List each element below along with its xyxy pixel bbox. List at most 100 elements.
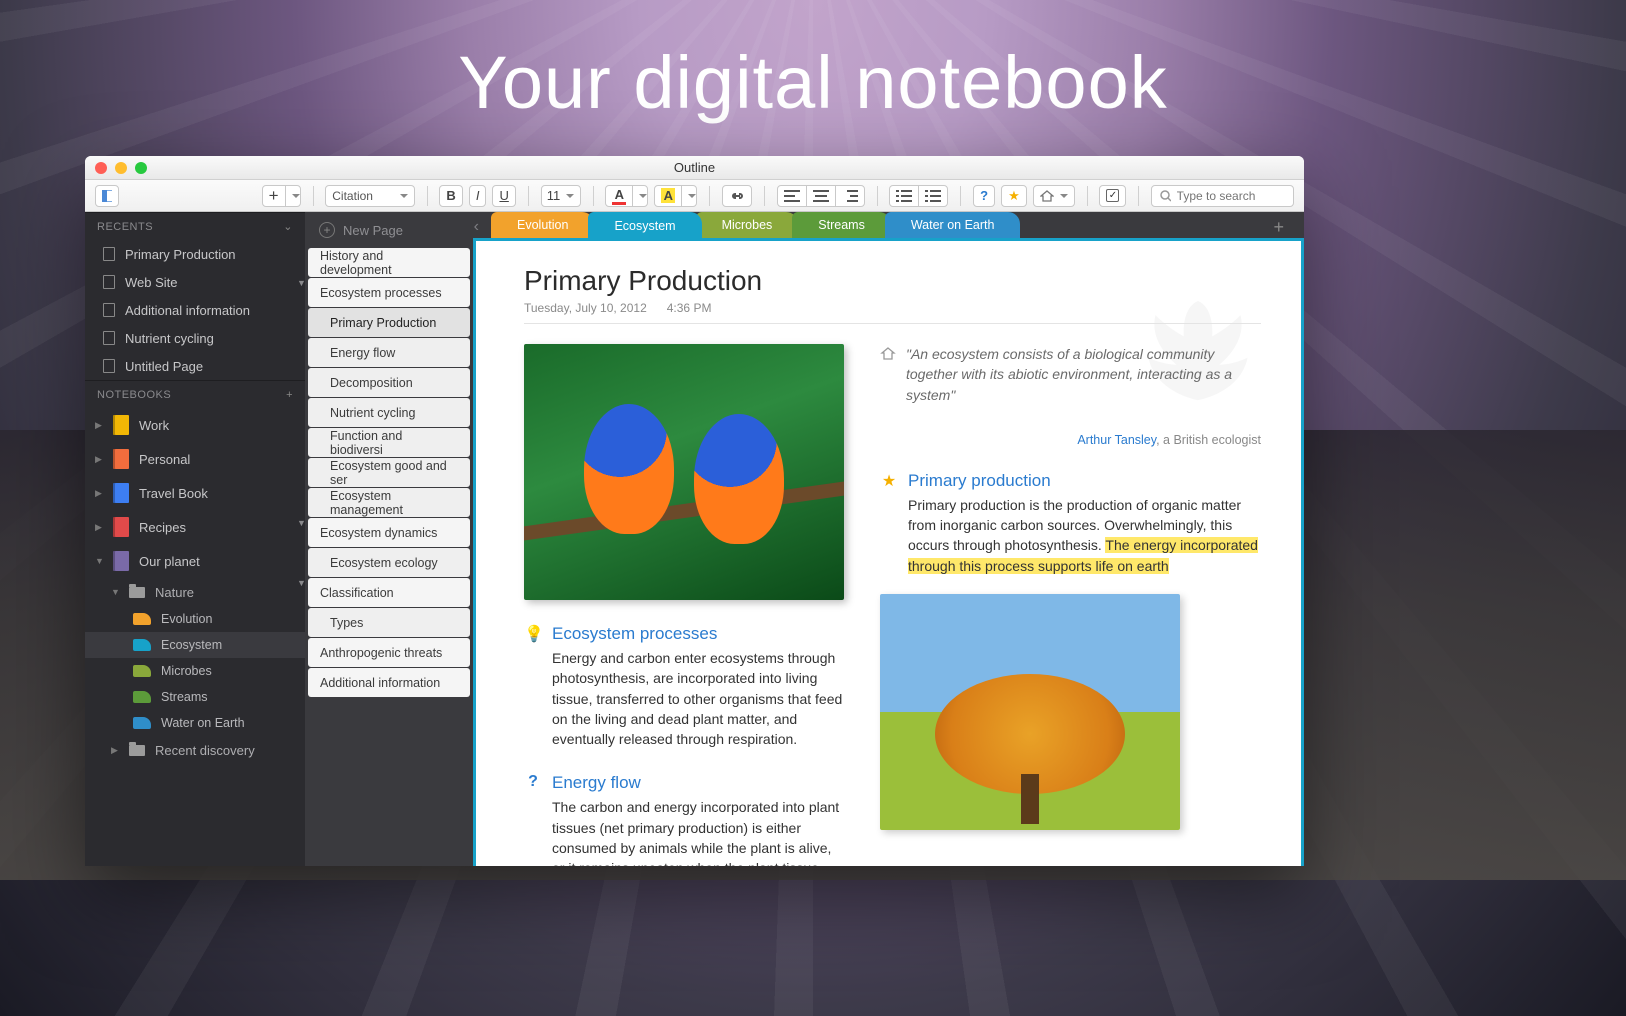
section-tab[interactable]: Microbes — [696, 212, 799, 238]
outline-item[interactable]: Ecosystem dynamics — [308, 518, 470, 547]
section-tab[interactable]: Evolution — [491, 212, 594, 238]
collapse-outline-button[interactable]: ‹ — [474, 218, 479, 236]
section-heading-energy-flow: Energy flow — [552, 773, 844, 793]
disclosure-triangle-icon: ▶ — [95, 522, 103, 533]
help-tag-button[interactable]: ? — [973, 185, 995, 207]
recent-item[interactable]: Additional information — [85, 296, 305, 324]
section-label: Microbes — [161, 664, 212, 678]
section-color-icon — [133, 665, 151, 677]
recent-item[interactable]: Untitled Page — [85, 352, 305, 380]
add-menu-button[interactable] — [285, 185, 301, 207]
notebook-icon — [113, 551, 129, 571]
link-button[interactable] — [722, 185, 752, 207]
font-family-select[interactable]: Citation — [325, 185, 414, 207]
section-tabs: EvolutionEcosystemMicrobesStreamsWater o… — [473, 212, 1304, 238]
section-tab[interactable]: Water on Earth — [885, 212, 1021, 238]
section-group[interactable]: ▶Recent discovery — [85, 736, 305, 764]
align-right-button[interactable] — [835, 185, 865, 207]
section-group[interactable]: ▼Nature — [85, 578, 305, 606]
disclosure-triangle-icon[interactable]: ▼ — [297, 578, 306, 588]
section-tab[interactable]: Streams — [792, 212, 891, 238]
outline-item[interactable]: Ecosystem processes — [308, 278, 470, 307]
align-center-button[interactable] — [806, 185, 836, 207]
section-item[interactable]: Water on Earth — [85, 710, 305, 736]
recent-item-label: Web Site — [125, 275, 178, 290]
search-box[interactable] — [1151, 185, 1294, 207]
page-title: Primary Production — [524, 265, 1261, 297]
image-tree — [880, 594, 1180, 830]
notebook-item[interactable]: ▶Travel Book — [85, 476, 305, 510]
disclosure-triangle-icon[interactable]: ▼ — [297, 278, 306, 288]
notebook-item[interactable]: ▶ Recipes — [85, 510, 305, 544]
recent-item-label: Additional information — [125, 303, 250, 318]
outline-item[interactable]: Decomposition — [308, 368, 470, 397]
outline-item[interactable]: Ecosystem ecology — [308, 548, 470, 577]
recent-item[interactable]: Web Site — [85, 268, 305, 296]
bullet-list-button[interactable] — [889, 185, 919, 207]
sidebar: RECENTS ⌄ Primary Production Web Site Addi… — [85, 212, 305, 866]
section-tab[interactable]: Ecosystem — [588, 212, 701, 240]
notebook-icon — [113, 517, 129, 537]
notebook-item[interactable]: ▼Our planet — [85, 544, 305, 578]
notebook-icon — [113, 483, 129, 503]
add-button[interactable]: + — [262, 185, 286, 207]
disclosure-triangle-icon: ▶ — [95, 420, 103, 431]
notebook-label: Recipes — [139, 520, 186, 535]
outline-item[interactable]: Nutrient cycling — [308, 398, 470, 427]
underline-button[interactable]: U — [492, 185, 515, 207]
page-canvas[interactable]: Primary Production Tuesday, July 10, 201… — [473, 238, 1304, 866]
titlebar: Outline — [85, 156, 1304, 180]
outline-item[interactable]: Anthropogenic threats — [308, 638, 470, 667]
outline-item[interactable]: History and development — [308, 248, 470, 277]
recents-header[interactable]: RECENTS ⌄ — [85, 212, 305, 240]
app-window: Outline + Citation B I U 11 A A — [85, 156, 1304, 866]
section-heading-primary-production: Primary production — [908, 471, 1261, 491]
section-item[interactable]: Ecosystem — [85, 632, 305, 658]
recent-item-label: Primary Production — [125, 247, 236, 262]
section-label: Ecosystem — [161, 638, 222, 652]
content-area: EvolutionEcosystemMicrobesStreamsWater o… — [473, 212, 1304, 866]
outline-item[interactable]: Function and biodiversi — [308, 428, 470, 457]
notebook-item[interactable]: ▶Work — [85, 408, 305, 442]
outline-item[interactable]: Ecosystem good and ser — [308, 458, 470, 487]
outline-item[interactable]: Primary Production — [308, 308, 470, 337]
recent-item[interactable]: Nutrient cycling — [85, 324, 305, 352]
star-tag-button[interactable]: ★ — [1001, 185, 1027, 207]
add-section-button[interactable]: + — [1261, 217, 1296, 238]
numbered-list-button[interactable] — [918, 185, 948, 207]
outline-item[interactable]: Ecosystem management — [308, 488, 470, 517]
window-title: Outline — [85, 160, 1304, 175]
font-color-menu-button[interactable] — [632, 185, 648, 207]
search-icon — [1160, 190, 1170, 202]
disclosure-triangle-icon[interactable]: ▼ — [297, 518, 306, 528]
notebook-label: Personal — [139, 452, 190, 467]
italic-button[interactable]: I — [469, 185, 487, 207]
new-page-button[interactable]: New Page — [305, 212, 473, 248]
bold-button[interactable]: B — [439, 185, 462, 207]
section-item[interactable]: Microbes — [85, 658, 305, 684]
recent-item[interactable]: Primary Production — [85, 240, 305, 268]
align-left-button[interactable] — [777, 185, 807, 207]
outline-item[interactable]: Classification — [308, 578, 470, 607]
outline-item[interactable]: Additional information — [308, 668, 470, 697]
home-tag-button[interactable] — [1033, 185, 1075, 207]
outline-item[interactable]: Types — [308, 608, 470, 637]
sidebar-toggle-button[interactable] — [95, 185, 119, 207]
highlight-menu-button[interactable] — [681, 185, 697, 207]
highlight-button[interactable]: A — [654, 185, 682, 207]
font-color-button[interactable]: A — [605, 185, 633, 207]
outline-item[interactable]: Energy flow — [308, 338, 470, 367]
font-size-select[interactable]: 11 — [541, 185, 581, 207]
search-input[interactable] — [1177, 189, 1285, 203]
notebook-item[interactable]: ▶Personal — [85, 442, 305, 476]
home-icon — [1040, 190, 1054, 202]
section-item[interactable]: Streams — [85, 684, 305, 710]
recents-header-label: RECENTS — [97, 221, 153, 233]
todo-button[interactable] — [1099, 185, 1126, 207]
notebooks-header[interactable]: NOTEBOOKS + — [85, 380, 305, 408]
hero-title: Your digital notebook — [0, 40, 1626, 125]
folder-icon — [129, 587, 145, 598]
section-item[interactable]: Evolution — [85, 606, 305, 632]
section-label: Water on Earth — [161, 716, 245, 730]
add-notebook-button[interactable]: + — [286, 389, 293, 401]
